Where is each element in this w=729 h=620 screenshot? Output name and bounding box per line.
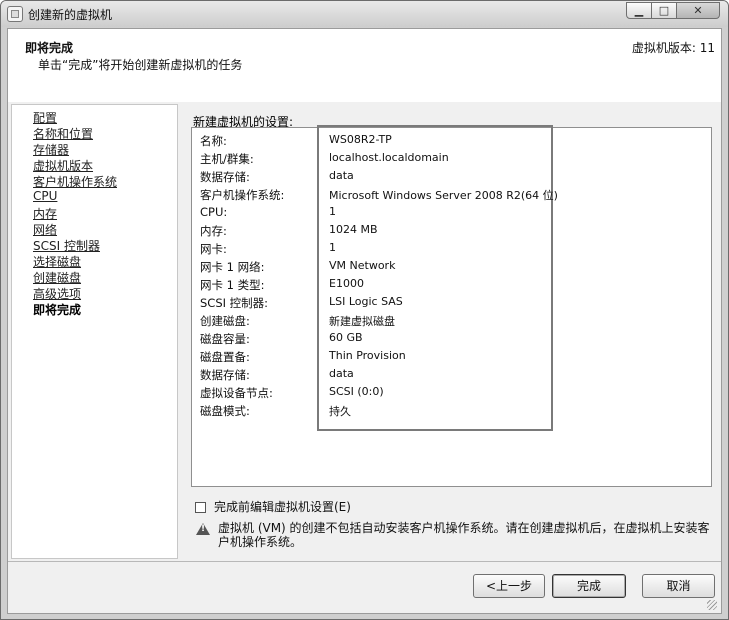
setting-value: Microsoft Windows Server 2008 R2(64 位) bbox=[329, 189, 558, 202]
cancel-button[interactable]: 取消 bbox=[642, 574, 715, 598]
edit-settings-checkbox[interactable] bbox=[195, 502, 206, 513]
step-memory[interactable]: 内存 bbox=[33, 205, 57, 222]
vm-app-icon bbox=[7, 6, 23, 22]
setting-value: E1000 bbox=[329, 277, 364, 290]
page-subtitle: 单击“完成”将开始创建新虚拟机的任务 bbox=[38, 58, 243, 72]
minimize-button[interactable]: ▁ bbox=[626, 2, 652, 19]
wizard-window: 创建新的虚拟机 ▁ □ ✕ 即将完成 单击“完成”将开始创建新虚拟机的任务 虚拟… bbox=[0, 0, 729, 620]
step-scsi-controller[interactable]: SCSI 控制器 bbox=[33, 237, 100, 254]
setting-key: 创建磁盘: bbox=[200, 314, 250, 328]
step-cpu[interactable]: CPU bbox=[33, 189, 57, 203]
setting-value: localhost.localdomain bbox=[329, 151, 449, 164]
setting-key: 内存: bbox=[200, 224, 227, 238]
setting-key: 网卡: bbox=[200, 242, 227, 256]
edit-settings-label: 完成前编辑虚拟机设置(E) bbox=[214, 500, 351, 514]
settings-summary-box[interactable]: 名称: WS08R2-TP 主机/群集: localhost.localdoma… bbox=[191, 125, 712, 487]
resize-grip[interactable] bbox=[707, 600, 717, 610]
vm-version-label: 虚拟机版本: 11 bbox=[631, 41, 715, 55]
setting-value: 1 bbox=[329, 241, 336, 254]
step-advanced-options[interactable]: 高级选项 bbox=[33, 285, 81, 302]
back-button[interactable]: <上一步 bbox=[473, 574, 545, 598]
setting-key: 数据存储: bbox=[200, 170, 250, 184]
setting-key: CPU: bbox=[200, 205, 228, 219]
page-title: 即将完成 bbox=[25, 41, 74, 55]
step-ready-to-complete: 即将完成 bbox=[33, 303, 82, 317]
setting-key: 数据存储: bbox=[200, 368, 250, 382]
setting-key: 主机/群集: bbox=[200, 152, 254, 166]
setting-key: 网卡 1 类型: bbox=[200, 278, 265, 292]
step-guest-os[interactable]: 客户机操作系统 bbox=[33, 173, 117, 190]
wizard-steps-panel: 配置 名称和位置 存储器 虚拟机版本 客户机操作系统 CPU 内存 网络 SCS… bbox=[11, 104, 178, 559]
step-config[interactable]: 配置 bbox=[33, 109, 57, 126]
setting-key: 名称: bbox=[200, 134, 227, 148]
step-network[interactable]: 网络 bbox=[33, 221, 57, 238]
finish-button[interactable]: 完成 bbox=[552, 574, 626, 598]
setting-key: 磁盘模式: bbox=[200, 404, 250, 418]
setting-value: 1 bbox=[329, 205, 336, 218]
warning-message: 虚拟机 (VM) 的创建不包括自动安装客户机操作系统。请在创建虚拟机后，在虚拟机… bbox=[218, 521, 710, 549]
step-create-disk[interactable]: 创建磁盘 bbox=[33, 269, 81, 286]
edit-settings-option[interactable]: 完成前编辑虚拟机设置(E) bbox=[195, 498, 351, 515]
step-select-disk[interactable]: 选择磁盘 bbox=[33, 253, 81, 270]
setting-key: 虚拟设备节点: bbox=[200, 386, 273, 400]
step-name-location[interactable]: 名称和位置 bbox=[33, 125, 93, 142]
setting-value: LSI Logic SAS bbox=[329, 295, 403, 308]
setting-value: WS08R2-TP bbox=[329, 133, 392, 146]
setting-key: 网卡 1 网络: bbox=[200, 260, 265, 274]
setting-value: 60 GB bbox=[329, 331, 363, 344]
setting-key: 磁盘容量: bbox=[200, 332, 250, 346]
setting-key: 磁盘置备: bbox=[200, 350, 250, 364]
setting-value: Thin Provision bbox=[329, 349, 406, 362]
setting-value: 持久 bbox=[329, 405, 351, 418]
warning-icon bbox=[196, 523, 210, 535]
maximize-button[interactable]: □ bbox=[651, 2, 677, 19]
window-title: 创建新的虚拟机 bbox=[28, 8, 113, 22]
step-vm-version[interactable]: 虚拟机版本 bbox=[33, 157, 93, 174]
setting-key: 客户机操作系统: bbox=[200, 188, 285, 202]
window-controls: ▁ □ ✕ bbox=[626, 2, 720, 19]
close-button[interactable]: ✕ bbox=[676, 2, 720, 19]
wizard-header: 即将完成 单击“完成”将开始创建新虚拟机的任务 虚拟机版本: 11 bbox=[8, 29, 721, 102]
footer-divider bbox=[8, 561, 721, 562]
setting-value: 新建虚拟磁盘 bbox=[329, 315, 395, 328]
setting-value: VM Network bbox=[329, 259, 396, 272]
setting-value: 1024 MB bbox=[329, 223, 378, 236]
setting-value: data bbox=[329, 169, 354, 182]
title-bar[interactable]: 创建新的虚拟机 ▁ □ ✕ bbox=[1, 1, 728, 27]
setting-value: SCSI (0:0) bbox=[329, 385, 384, 398]
wizard-client-area: 即将完成 单击“完成”将开始创建新虚拟机的任务 虚拟机版本: 11 配置 名称和… bbox=[7, 28, 722, 614]
setting-value: data bbox=[329, 367, 354, 380]
header-divider bbox=[8, 101, 721, 102]
step-storage[interactable]: 存储器 bbox=[33, 141, 69, 158]
setting-key: SCSI 控制器: bbox=[200, 296, 269, 310]
